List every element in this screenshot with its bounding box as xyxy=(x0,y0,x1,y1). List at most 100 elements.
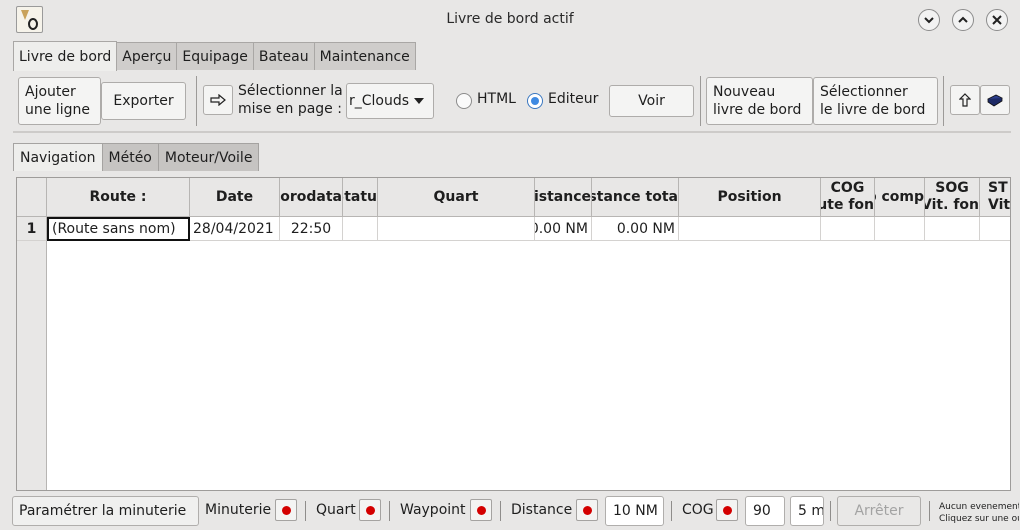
editor-radio[interactable] xyxy=(527,93,543,109)
editor-radio-label: Editeur xyxy=(548,91,599,107)
status-separator xyxy=(389,501,390,521)
grid-corner[interactable] xyxy=(17,178,47,217)
tab-livre-de-bord[interactable]: Livre de bord xyxy=(13,41,118,71)
select-layout-label-2: mise en page : xyxy=(238,101,342,117)
add-line-label-1: Ajouter xyxy=(25,84,76,100)
cell-route[interactable]: (Route sans nom) xyxy=(47,217,190,241)
column-header[interactable]: Route : xyxy=(47,178,190,217)
column-header[interactable]: SOG Vit. fon xyxy=(925,178,980,217)
column-header-line1: ST xyxy=(988,180,1008,196)
event-note: Aucun evenement Cliquez sur une ou xyxy=(939,501,1019,525)
sub-tabs: Navigation Météo Moteur/Voile xyxy=(13,143,260,171)
logbook-grid: Route : Date Horodata Statu Quart Distan… xyxy=(16,177,1011,491)
html-radio-label: HTML xyxy=(477,91,516,107)
cell-cog[interactable] xyxy=(821,217,875,241)
timer-settings-button[interactable]: Paramétrer la minuterie xyxy=(12,496,199,526)
tab-equipage[interactable]: Equipage xyxy=(176,42,254,70)
cell-distance-total[interactable]: 0.00 NM xyxy=(592,217,679,241)
cog-led-button[interactable] xyxy=(716,499,738,521)
cell-sog[interactable] xyxy=(925,217,980,241)
cog-input[interactable]: 90 xyxy=(745,496,785,526)
waypoint-led-button[interactable] xyxy=(470,499,492,521)
export-button[interactable]: Exporter xyxy=(101,82,186,120)
status-separator xyxy=(830,501,831,521)
cog-label: COG xyxy=(682,502,714,518)
column-header[interactable]: COG Route fon xyxy=(821,178,875,217)
tab-meteo[interactable]: Météo xyxy=(101,143,159,171)
add-line-label-2: une ligne xyxy=(25,102,90,118)
row-number[interactable]: 1 xyxy=(17,217,47,241)
select-log-label-1: Sélectionner xyxy=(820,84,908,100)
cell-stw[interactable] xyxy=(980,217,1010,241)
cell-heading[interactable] xyxy=(875,217,925,241)
maximize-button[interactable] xyxy=(952,9,974,31)
layout-dropdown[interactable]: r_Clouds xyxy=(346,83,434,119)
column-header[interactable]: ST Vit. xyxy=(980,178,1010,217)
arrow-up-icon xyxy=(959,93,971,107)
timer-led-button[interactable] xyxy=(275,499,297,521)
stop-button[interactable]: Arrêter xyxy=(837,496,921,526)
column-header-line2: Route fon xyxy=(821,197,874,213)
title-bar: Livre de bord actif xyxy=(0,0,1020,38)
main-tabs: Livre de bord Aperçu Equipage Bateau Mai… xyxy=(13,41,416,71)
new-log-button[interactable]: Nouveau livre de bord xyxy=(706,77,813,125)
waypoint-label: Waypoint xyxy=(400,502,466,518)
upload-button[interactable] xyxy=(950,85,980,115)
distance-led-button[interactable] xyxy=(576,499,598,521)
new-log-label-2: livre de bord xyxy=(713,102,802,118)
html-radio[interactable] xyxy=(456,93,472,109)
column-header[interactable]: Distance xyxy=(535,178,592,217)
tab-moteur-voile[interactable]: Moteur/Voile xyxy=(157,143,260,171)
distance-label: Distance xyxy=(511,502,573,518)
column-header-line1: COG xyxy=(830,180,865,196)
logbook-button[interactable] xyxy=(980,85,1010,115)
distance-input[interactable]: 10 NM xyxy=(605,496,664,526)
new-log-label-1: Nouveau xyxy=(713,84,776,100)
column-header[interactable]: Date xyxy=(190,178,280,217)
column-header[interactable]: Cap comp xyxy=(875,178,925,217)
select-layout-button[interactable] xyxy=(203,85,233,115)
tab-bateau[interactable]: Bateau xyxy=(252,42,315,70)
tab-maintenance[interactable]: Maintenance xyxy=(313,42,416,70)
status-separator xyxy=(500,501,501,521)
close-icon xyxy=(992,15,1002,25)
watch-led-button[interactable] xyxy=(359,499,381,521)
column-header-line2: Vit. fon xyxy=(925,197,979,213)
watch-label: Quart xyxy=(316,502,356,518)
event-note-line1: Aucun evenement xyxy=(939,502,1019,512)
column-header[interactable]: Position xyxy=(679,178,821,217)
chevron-up-icon xyxy=(958,16,968,23)
close-button[interactable] xyxy=(986,9,1008,31)
cell-date[interactable]: 28/04/2021 xyxy=(190,217,280,241)
select-log-button[interactable]: Sélectionner le livre de bord xyxy=(813,77,938,125)
tab-navigation[interactable]: Navigation xyxy=(13,143,103,171)
select-layout-label: Sélectionner la mise en page : xyxy=(238,82,343,118)
toolbar: Ajouter une ligne Exporter Sélectionner … xyxy=(13,71,1011,133)
cog-interval-input[interactable]: 5 m xyxy=(790,496,824,526)
view-button[interactable]: Voir xyxy=(609,85,694,117)
cell-status[interactable] xyxy=(343,217,378,241)
status-bar: Paramétrer la minuterie Minuterie Quart … xyxy=(0,492,1020,530)
status-separator xyxy=(929,501,930,521)
column-header[interactable]: Distance tota xyxy=(592,178,679,217)
toolbar-separator xyxy=(943,76,944,126)
toolbar-separator xyxy=(700,76,701,126)
cell-watch[interactable] xyxy=(378,217,535,241)
cell-distance[interactable]: 0.00 NM xyxy=(535,217,592,241)
cell-position[interactable] xyxy=(679,217,821,241)
tab-apercu[interactable]: Aperçu xyxy=(116,42,178,70)
column-header-line1: SOG xyxy=(935,180,969,196)
layout-dropdown-value: r_Clouds xyxy=(349,93,410,109)
select-log-label-2: le livre de bord xyxy=(820,102,926,118)
column-header[interactable]: Statu xyxy=(343,178,378,217)
minimize-button[interactable] xyxy=(918,9,940,31)
chevron-down-icon xyxy=(924,17,934,24)
column-header[interactable]: Quart xyxy=(378,178,535,217)
arrow-right-icon xyxy=(210,94,226,106)
event-note-line2: Cliquez sur une ou xyxy=(939,514,1019,524)
add-line-button[interactable]: Ajouter une ligne xyxy=(18,77,101,125)
column-header[interactable]: Horodata xyxy=(280,178,343,217)
status-separator xyxy=(671,501,672,521)
book-icon xyxy=(987,94,1003,107)
cell-time[interactable]: 22:50 xyxy=(280,217,343,241)
